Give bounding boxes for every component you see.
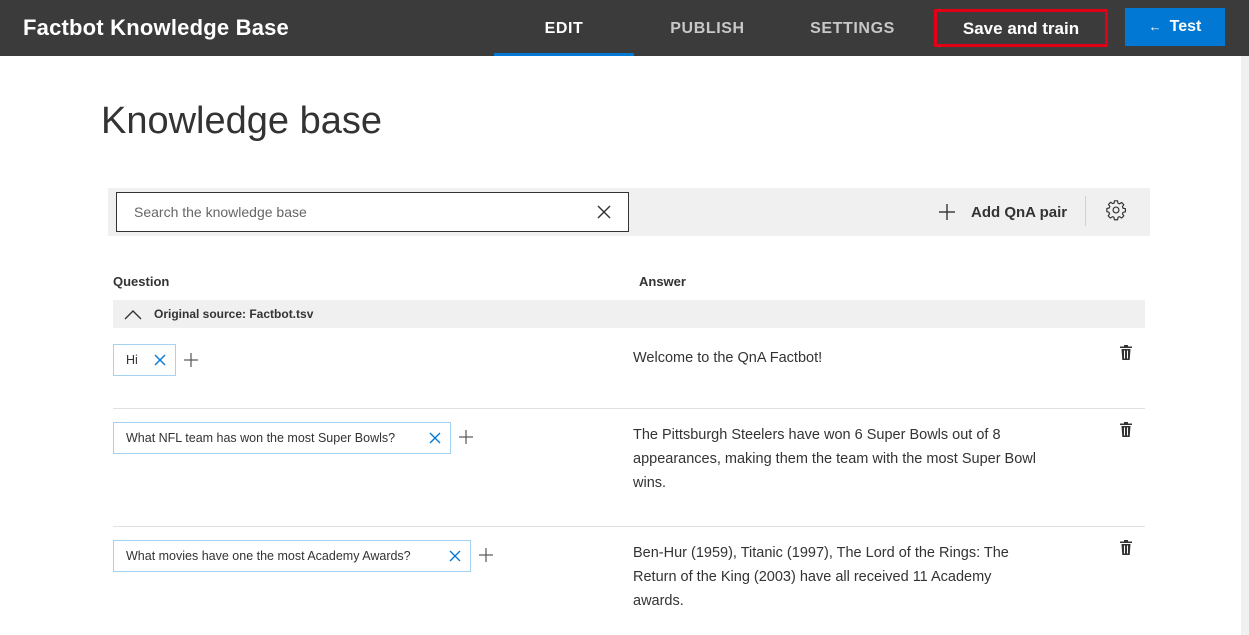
add-alternate-question-icon[interactable] (479, 548, 493, 562)
vertical-scrollbar[interactable] (1241, 56, 1249, 635)
question-chip[interactable]: Hi (113, 344, 176, 376)
qna-row: Hi Welcome to the QnA Factbot! (113, 328, 1145, 409)
add-qna-pair-button[interactable]: Add QnA pair (938, 200, 1067, 224)
trash-icon[interactable] (1120, 345, 1132, 360)
save-and-train-label: Save and train (962, 19, 1080, 38)
qna-row: What movies have one the most Academy Aw… (113, 527, 1145, 635)
toolbar-divider (1085, 196, 1086, 226)
question-text: Hi (126, 353, 138, 367)
app-title: Factbot Knowledge Base (23, 15, 289, 40)
arrow-left-icon: ← (1148, 19, 1162, 34)
answer-text[interactable]: Welcome to the QnA Factbot! (633, 346, 1043, 370)
question-text: What NFL team has won the most Super Bow… (126, 431, 396, 445)
chevron-up-icon[interactable] (124, 308, 142, 320)
qna-row: What NFL team has won the most Super Bow… (113, 409, 1145, 527)
clear-search-icon[interactable] (594, 202, 614, 222)
remove-question-icon[interactable] (429, 432, 441, 444)
column-header-question: Question (113, 274, 170, 289)
source-group-label: Original source: Factbot.tsv (154, 307, 314, 321)
question-chip[interactable]: What NFL team has won the most Super Bow… (113, 422, 451, 454)
remove-question-icon[interactable] (154, 354, 166, 366)
kb-toolbar: Add QnA pair (108, 188, 1150, 236)
trash-icon[interactable] (1120, 540, 1132, 555)
search-input[interactable] (117, 193, 587, 231)
remove-question-icon[interactable] (449, 550, 461, 562)
add-alternate-question-icon[interactable] (184, 353, 198, 367)
tab-settings[interactable]: SETTINGS (785, 0, 920, 56)
test-label: Test (1169, 18, 1202, 35)
search-box (116, 192, 629, 232)
tab-edit[interactable]: EDIT (494, 0, 634, 56)
answer-text[interactable]: The Pittsburgh Steelers have won 6 Super… (633, 423, 1043, 495)
question-chip[interactable]: What movies have one the most Academy Aw… (113, 540, 471, 572)
test-button[interactable]: ← Test (1125, 8, 1225, 46)
trash-icon[interactable] (1120, 422, 1132, 437)
add-alternate-question-icon[interactable] (459, 430, 473, 444)
source-group-header[interactable]: Original source: Factbot.tsv (113, 300, 1145, 328)
gear-icon[interactable] (1105, 199, 1127, 221)
save-and-train-button[interactable]: Save and train (934, 9, 1108, 47)
column-header-answer: Answer (639, 274, 686, 289)
tab-publish[interactable]: PUBLISH (640, 0, 775, 56)
answer-text[interactable]: Ben-Hur (1959), Titanic (1997), The Lord… (633, 541, 1043, 613)
question-text: What movies have one the most Academy Aw… (126, 549, 411, 563)
top-bar: Factbot Knowledge Base EDIT PUBLISH SETT… (0, 0, 1249, 56)
plus-icon (939, 204, 955, 220)
page-title: Knowledge base (101, 100, 382, 142)
add-qna-pair-label: Add QnA pair (971, 203, 1068, 221)
